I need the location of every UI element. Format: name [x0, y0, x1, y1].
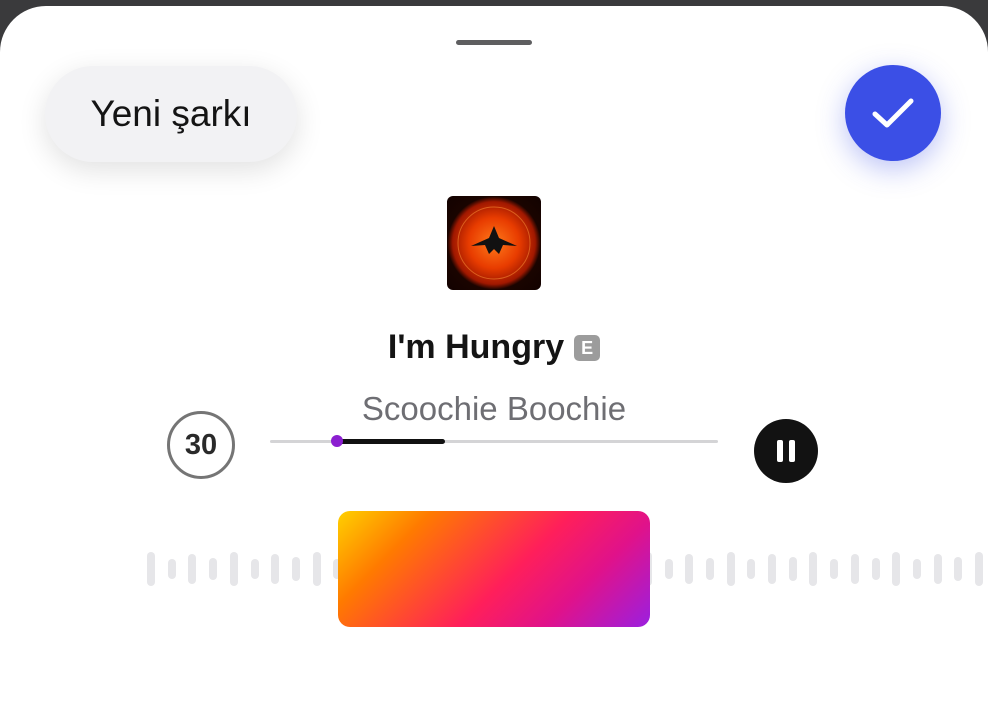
- waveform-bar: [850, 554, 859, 584]
- waveform-bar: [933, 554, 942, 584]
- waveform-bar: [830, 559, 839, 579]
- song-picker-sheet: Yeni şarkı I'm Hungry E Scoochie Boochie …: [0, 6, 988, 720]
- waveform-bar: [975, 552, 983, 586]
- waveform-bar: [664, 559, 673, 579]
- waveform-bar: [271, 554, 280, 584]
- waveform-bar: [229, 552, 238, 586]
- waveform-bar: [871, 558, 880, 580]
- waveform-bar: [167, 559, 176, 579]
- waveform-bar: [747, 559, 756, 579]
- waveform-bar: [705, 558, 714, 580]
- clip-selection-frame[interactable]: [338, 511, 650, 627]
- waveform-bar: [809, 552, 818, 586]
- waveform-bar: [954, 557, 963, 581]
- waveform-bar: [209, 558, 218, 580]
- waveform-bar: [250, 559, 259, 579]
- waveform-bar: [892, 552, 901, 586]
- waveform-bar: [726, 552, 735, 586]
- waveform-bar: [312, 552, 321, 586]
- waveform-bar: [912, 559, 921, 579]
- waveform-bar: [788, 557, 797, 581]
- waveform-bar: [291, 557, 300, 581]
- waveform-bar: [685, 554, 694, 584]
- waveform-bar: [768, 554, 776, 584]
- waveform-bar: [188, 554, 197, 584]
- waveform-bar: [147, 552, 155, 586]
